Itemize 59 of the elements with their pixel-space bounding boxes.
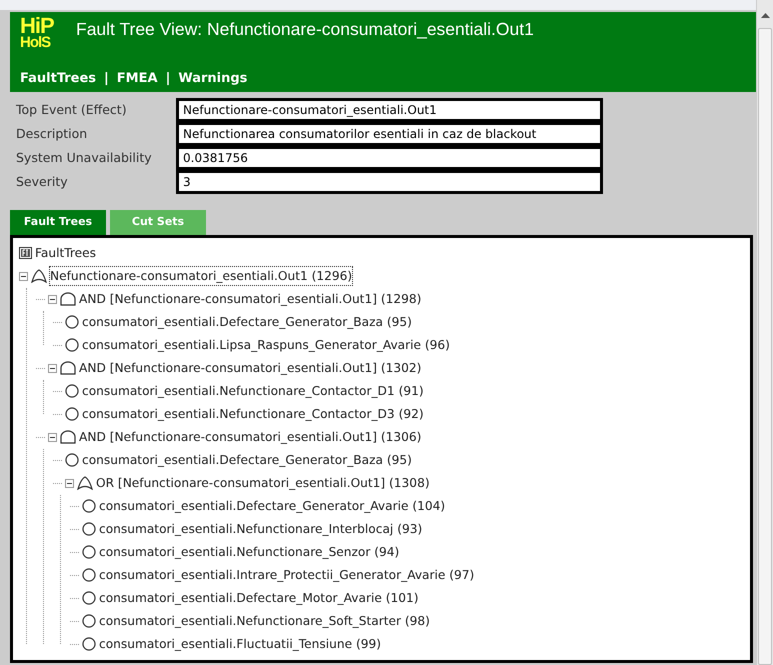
scroll-up-icon[interactable]	[760, 12, 770, 18]
nav-separator: |	[104, 70, 109, 88]
tree-node[interactable]: consumatori_esentiali.Nefunctionare_Contactor_D3 (92)	[82, 404, 424, 424]
nav-link[interactable]: FMEA	[116, 68, 158, 88]
basic-event-icon	[82, 637, 96, 651]
nav-link[interactable]: FaultTrees	[20, 68, 96, 88]
scrollbar[interactable]	[756, 0, 773, 665]
field-label: Top Event (Effect)	[16, 100, 128, 119]
basic-event-icon	[65, 338, 79, 352]
tree-title: FaultTrees	[35, 244, 96, 262]
field-label: Description	[16, 124, 88, 143]
tree-node[interactable]: consumatori_esentiali.Defectare_Generator_Baza (95)	[82, 450, 412, 470]
and-gate-icon	[60, 292, 76, 306]
tab[interactable]: Fault Trees	[10, 210, 106, 234]
basic-event-icon	[65, 384, 79, 398]
nav-link[interactable]: Warnings	[178, 68, 248, 88]
tree-node[interactable]: AND [Nefunctionare-consumatori_esentiali.Out1] (1298)	[79, 290, 422, 308]
text-field[interactable]: Nefunctionarea consumatorilor esentiali in caz de blackout	[176, 122, 603, 146]
text-field[interactable]: Nefunctionare-consumatori_esentiali.Out1	[176, 98, 603, 122]
tree-node[interactable]: consumatori_esentiali.Nefunctionare_Senzor (94)	[99, 542, 400, 562]
tree-node[interactable]: consumatori_esentiali.Defectare_Motor_Avarie (101)	[99, 588, 418, 608]
tree-node[interactable]: consumatori_esentiali.Intrare_Protectii_Generator_Avarie (97)	[99, 566, 474, 584]
and-gate-icon	[60, 430, 76, 444]
tree-node[interactable]: consumatori_esentiali.Nefunctionare_Soft_Starter (98)	[99, 612, 430, 630]
basic-event-icon	[65, 407, 79, 421]
basic-event-icon	[82, 522, 96, 536]
basic-event-icon	[82, 614, 96, 628]
basic-event-icon	[82, 545, 96, 559]
tree-node[interactable]: consumatori_esentiali.Defectare_Generator_Baza (95)	[82, 312, 412, 332]
collapse-toggle[interactable]	[65, 478, 74, 488]
field-label: System Unavailability	[16, 148, 153, 167]
nav-separator: |	[166, 70, 170, 88]
basic-event-icon	[82, 591, 96, 605]
page-title: Fault Tree View: Nefunctionare-consumatori_esentiali.Out1	[76, 18, 534, 41]
logo: HiP HolS	[20, 16, 55, 50]
collapse-toggle[interactable]	[48, 364, 57, 372]
or-gate-icon	[31, 269, 47, 283]
basic-event-icon	[82, 499, 96, 513]
tree-node[interactable]: Nefunctionare-consumatori_esentiali.Out1 (1296)	[50, 266, 352, 286]
basic-event-icon	[82, 568, 96, 582]
collapse-toggle[interactable]	[48, 432, 57, 442]
text-field[interactable]: 0.0381756	[176, 146, 603, 170]
collapse-toggle[interactable]	[19, 272, 28, 280]
and-gate-icon	[60, 361, 76, 375]
text-field[interactable]: 3	[176, 170, 603, 194]
or-gate-icon	[77, 476, 93, 490]
tree-node[interactable]: consumatori_esentiali.Fluctuatii_Tensiune (99)	[99, 634, 381, 654]
tree-node[interactable]: consumatori_esentiali.Nefunctionare_Contactor_D1 (91)	[82, 382, 424, 400]
tree-node[interactable]: consumatori_esentiali.Lipsa_Raspuns_Generator_Avarie (96)	[82, 336, 450, 354]
field-label: Severity	[16, 172, 69, 191]
tree-root-icon	[19, 247, 32, 259]
tree-node[interactable]: consumatori_esentiali.Nefunctionare_Interblocaj (93)	[99, 520, 422, 538]
tree-node[interactable]: OR [Nefunctionare-consumatori_esentiali.Out1] (1308)	[96, 474, 430, 492]
tree-node[interactable]: consumatori_esentiali.Defectare_Generator_Avarie (104)	[99, 496, 446, 516]
tree-node[interactable]: AND [Nefunctionare-consumatori_esentiali.Out1] (1306)	[79, 428, 422, 446]
collapse-toggle[interactable]	[48, 294, 57, 304]
tree-node[interactable]: AND [Nefunctionare-consumatori_esentiali.Out1] (1302)	[79, 358, 422, 378]
basic-event-icon	[65, 315, 79, 329]
basic-event-icon	[65, 453, 79, 467]
